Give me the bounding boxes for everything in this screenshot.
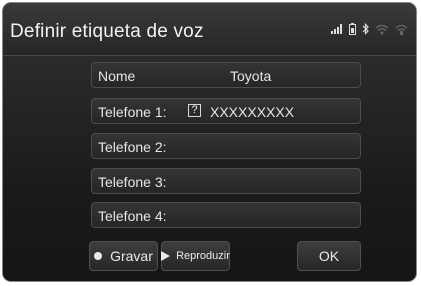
row-label: Telefone 3:: [98, 174, 167, 190]
phone-2-row[interactable]: Telefone 2:: [91, 133, 361, 159]
play-icon: [161, 251, 171, 261]
record-dot-icon: [94, 252, 103, 260]
row-label: Telefone 2:: [98, 139, 167, 155]
bluetooth-icon: [362, 23, 369, 35]
screen-title: Definir etiqueta de voz: [10, 21, 204, 42]
row-label: Telefone 1:: [98, 104, 167, 120]
phone-3-row[interactable]: Telefone 3:: [91, 168, 361, 194]
question-mark-icon: ?: [188, 104, 201, 117]
header-bar: Definir etiqueta de voz: [3, 3, 416, 56]
play-label: Reproduzir: [176, 250, 230, 262]
record-label: Gravar: [110, 248, 153, 264]
status-icons: [331, 22, 408, 36]
wifi-icon: [375, 24, 389, 34]
ok-button[interactable]: OK: [297, 241, 361, 271]
screen-frame: Definir etiqueta de voz Nome Toyota Tele…: [2, 2, 417, 282]
signal-bars-icon: [331, 24, 342, 34]
play-button[interactable]: Reproduzir: [161, 241, 230, 271]
phone-4-row[interactable]: Telefone 4:: [91, 202, 361, 228]
row-label: Nome: [98, 68, 136, 84]
record-button[interactable]: Gravar: [89, 241, 158, 271]
content-area: Nome Toyota Telefone 1: ? XXXXXXXXX Tele…: [3, 56, 416, 281]
row-value: XXXXXXXXX: [210, 104, 295, 120]
ok-label: OK: [318, 248, 340, 264]
row-value: Toyota: [230, 68, 272, 84]
battery-icon: [349, 23, 356, 35]
phone-1-row[interactable]: Telefone 1: ? XXXXXXXXX: [91, 98, 361, 124]
name-row[interactable]: Nome Toyota: [91, 62, 361, 88]
hotspot-icon: [395, 24, 408, 35]
row-label: Telefone 4:: [98, 208, 167, 224]
